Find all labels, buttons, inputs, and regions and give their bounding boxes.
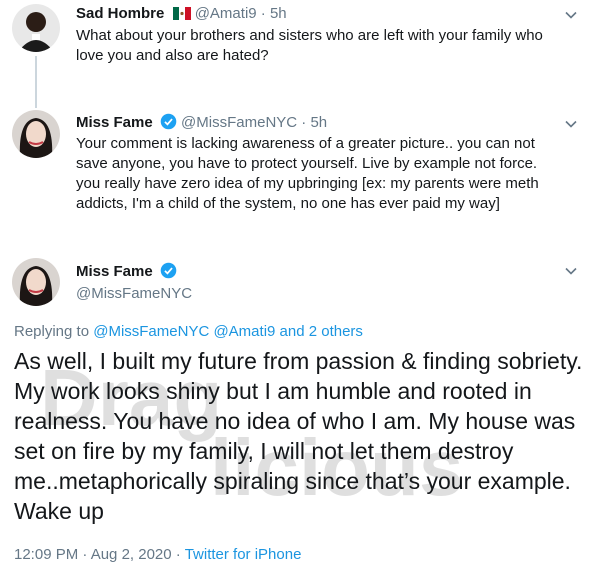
avatar-miss-fame[interactable] xyxy=(12,110,60,158)
avatar-miss-fame-main[interactable] xyxy=(12,258,60,306)
chevron-down-icon[interactable] xyxy=(564,264,578,278)
chevron-down-icon[interactable] xyxy=(564,8,578,22)
mexico-flag-icon xyxy=(172,6,191,26)
tweet-source[interactable]: Twitter for iPhone xyxy=(185,546,302,563)
footer-separator: · xyxy=(175,546,181,563)
tweet2-text: Your comment is lacking awareness of a g… xyxy=(76,135,539,212)
tweet1-header: Sad Hombre @Amati9 · 5h xyxy=(76,4,287,26)
verified-badge-icon xyxy=(160,113,177,136)
tweet-timestamp[interactable]: 12:09 PM · Aug 2, 2020 xyxy=(14,546,172,563)
tweet1-handle[interactable]: @Amati9 xyxy=(195,5,257,22)
thread-connector-line xyxy=(35,56,37,108)
replying-to-line: Replying to @MissFameNYC @Amati9 and 2 o… xyxy=(14,322,363,342)
avatar-sad-hombre[interactable] xyxy=(12,4,60,52)
verified-badge-icon xyxy=(160,262,177,285)
tweet1-text: What about your brothers and sisters who… xyxy=(76,27,543,64)
chevron-down-icon[interactable] xyxy=(564,117,578,131)
main-tweet-author-name[interactable]: Miss Fame xyxy=(76,262,177,285)
tweet-footer: 12:09 PM · Aug 2, 2020 · Twitter for iPh… xyxy=(14,545,301,565)
main-tweet-name-text[interactable]: Miss Fame xyxy=(76,263,153,280)
tweet2-header: Miss Fame @MissFameNYC · 5h xyxy=(76,113,327,136)
tweet2-author-name[interactable]: Miss Fame xyxy=(76,114,153,131)
main-tweet-text: As well, I built my future from passion … xyxy=(14,348,583,524)
tweet1-time[interactable]: 5h xyxy=(270,5,287,22)
tweet2-handle[interactable]: @MissFameNYC xyxy=(181,114,297,131)
main-tweet-handle[interactable]: @MissFameNYC xyxy=(76,284,192,304)
tweet2-separator: · xyxy=(301,114,307,131)
tweet1-author-name[interactable]: Sad Hombre xyxy=(76,5,164,22)
replying-to-prefix: Replying to xyxy=(14,323,90,340)
replying-to-link[interactable]: @MissFameNYC @Amati9 and 2 others xyxy=(93,323,363,340)
tweet2-time[interactable]: 5h xyxy=(310,114,327,131)
tweet1-separator: · xyxy=(260,5,266,22)
